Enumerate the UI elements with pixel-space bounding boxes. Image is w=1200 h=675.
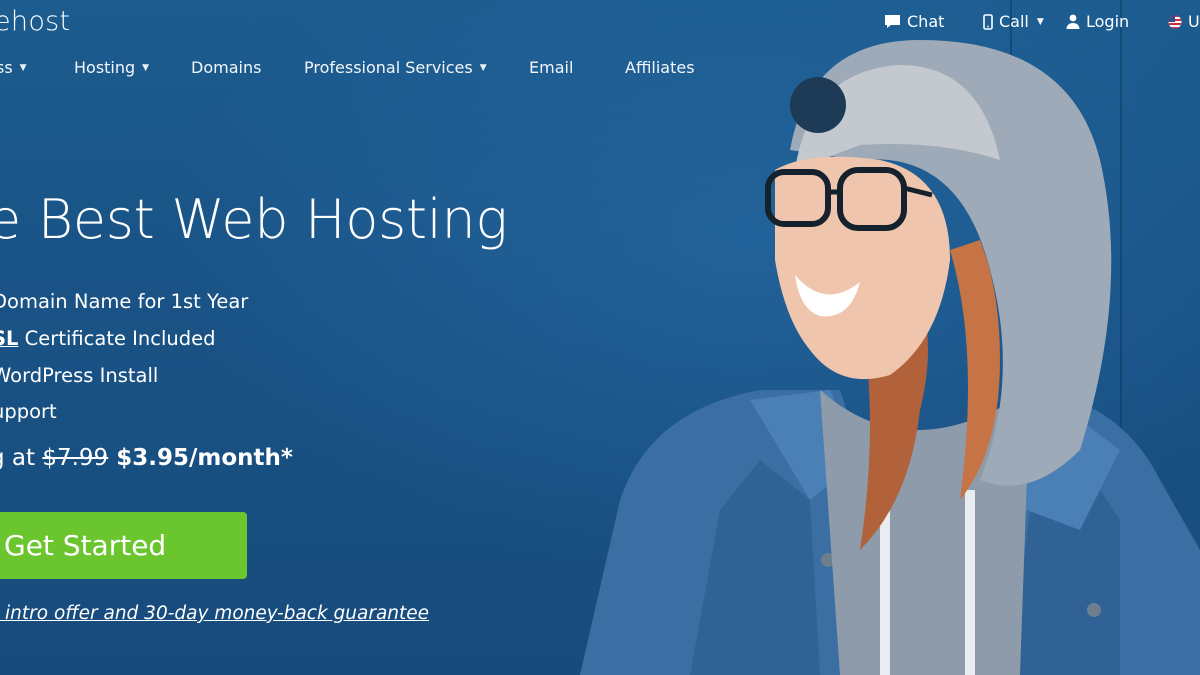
- sale-price: $3.95/month*: [116, 445, 293, 471]
- call-menu[interactable]: Call ▼: [983, 12, 1044, 31]
- old-price: $7.99: [42, 445, 109, 471]
- chevron-down-icon: ▼: [1036, 16, 1044, 27]
- feature-item: WordPress Install: [0, 364, 158, 387]
- nav-label: Domains: [191, 58, 262, 77]
- nav-item-hosting[interactable]: Hosting ▼: [74, 58, 149, 77]
- chevron-down-icon: ▼: [479, 62, 487, 73]
- chat-label: Chat: [907, 12, 945, 31]
- chat-bubble-icon: [884, 14, 901, 29]
- feature-text: WordPress Install: [0, 364, 159, 387]
- page: ehost Chat Call ▼ Login U ss ▼ Hosting ▼…: [0, 0, 1200, 675]
- user-icon: [1066, 14, 1080, 29]
- chevron-down-icon: ▼: [19, 62, 27, 73]
- nav-item-domains[interactable]: Domains: [191, 58, 261, 77]
- login-link[interactable]: Login: [1066, 12, 1129, 31]
- nav-item-wordpress[interactable]: ss ▼: [0, 58, 27, 77]
- chevron-down-icon: ▼: [142, 62, 150, 73]
- hero-photo: [580, 40, 1200, 675]
- feature-text: Certificate Included: [18, 327, 216, 350]
- locale-selector[interactable]: U: [1168, 12, 1200, 31]
- phone-icon: [983, 13, 993, 30]
- login-label: Login: [1086, 12, 1130, 31]
- nav-label: ss: [0, 58, 13, 77]
- us-flag-icon: [1168, 15, 1182, 29]
- guarantee-link[interactable]: l intro offer and 30-day money-back guar…: [0, 603, 429, 624]
- nav-label: Hosting: [74, 58, 136, 77]
- feature-item: SL Certificate Included: [0, 327, 216, 350]
- feature-item: Domain Name for 1st Year: [0, 290, 248, 313]
- nav-label: Professional Services: [304, 58, 473, 77]
- brand-logo[interactable]: ehost: [0, 6, 70, 37]
- call-label: Call: [999, 12, 1029, 31]
- feature-item: upport: [0, 400, 57, 423]
- chat-link[interactable]: Chat: [884, 12, 944, 31]
- feature-text: Domain Name for 1st Year: [0, 290, 249, 313]
- price-line: g at $7.99 $3.95/month*: [0, 445, 293, 471]
- nav-item-professional-services[interactable]: Professional Services ▼: [304, 58, 487, 77]
- ssl-link[interactable]: SL: [0, 327, 18, 350]
- price-prefix: g at: [0, 445, 36, 471]
- hero-headline: e Best Web Hosting: [0, 188, 508, 251]
- locale-label: U: [1188, 12, 1200, 31]
- feature-text: upport: [0, 400, 57, 423]
- get-started-button[interactable]: Get Started: [0, 512, 247, 579]
